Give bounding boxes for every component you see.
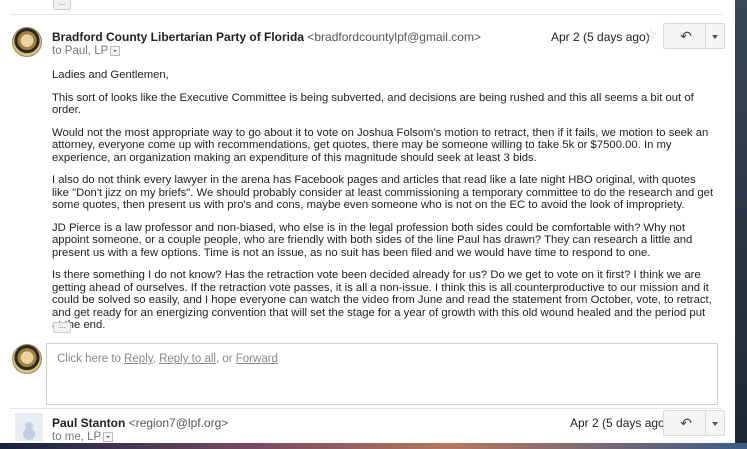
- show-details-dropdown[interactable]: [103, 431, 114, 442]
- more-actions-button[interactable]: [705, 23, 725, 49]
- window-edge: [735, 0, 747, 449]
- reply-button[interactable]: ↶: [663, 23, 709, 49]
- forward-link[interactable]: Forward: [236, 353, 278, 365]
- desktop-background: [0, 443, 747, 449]
- message-divider: [10, 14, 722, 15]
- sender-avatar: [15, 413, 43, 441]
- reply-prompt-text: Click here to: [57, 353, 125, 365]
- body-paragraph: This sort of looks like the Executive Co…: [52, 91, 694, 117]
- sender-line: Paul Stanton <region7@lpf.org>: [52, 416, 228, 430]
- body-paragraph: JD Pierce is a law professor and non-bia…: [52, 221, 693, 259]
- body-paragraph: Would not the most appropriate way to go…: [52, 126, 709, 164]
- reply-prompt-separator: , or: [215, 353, 236, 365]
- message-date: Apr 2 (5 days ago): [570, 416, 669, 430]
- reply-prompt: Click here to Reply, Reply to all, or Fo…: [57, 353, 278, 365]
- more-actions-button[interactable]: [705, 410, 725, 436]
- message-divider: [10, 408, 722, 409]
- reply-link[interactable]: Reply: [124, 353, 153, 365]
- recipients-text: to me, LP: [52, 431, 102, 443]
- show-trimmed-content-button[interactable]: ...: [53, 321, 71, 333]
- sender-name: Paul Stanton: [52, 416, 126, 430]
- reply-all-link[interactable]: Reply to all: [159, 353, 216, 365]
- reply-button[interactable]: ↶: [663, 410, 709, 436]
- show-trimmed-content-button[interactable]: ...: [53, 0, 71, 10]
- reply-arrow-icon: ↶: [680, 28, 692, 44]
- sender-email: <region7@lpf.org>: [128, 416, 229, 430]
- recipients-line: to me, LP: [52, 431, 114, 443]
- body-paragraph: Ladies and Gentlemen,: [52, 69, 169, 81]
- reply-arrow-icon: ↶: [680, 415, 692, 431]
- email-thread: ... Bradford County Libertarian Party of…: [0, 0, 735, 449]
- reply-box[interactable]: Click here to Reply, Reply to all, or Fo…: [46, 343, 718, 405]
- sender-avatar: [12, 27, 42, 57]
- body-paragraph: Is there something I do not know? Has th…: [52, 269, 712, 331]
- message-date: Apr 2 (5 days ago): [551, 30, 650, 44]
- recipients-line: to Paul, LP: [52, 45, 121, 57]
- show-details-dropdown[interactable]: [110, 45, 121, 56]
- recipients-text: to Paul, LP: [52, 45, 109, 57]
- sender-name: Bradford County Libertarian Party of Flo…: [52, 30, 305, 44]
- message-body: Ladies and Gentlemen, This sort of looks…: [52, 69, 714, 342]
- star-icon[interactable]: ☆: [645, 26, 658, 43]
- body-paragraph: I also do not think every lawyer in the …: [52, 174, 714, 211]
- user-avatar: [12, 344, 42, 374]
- sender-email: <bradfordcountylpf@gmail.com>: [307, 30, 481, 44]
- sender-line: Bradford County Libertarian Party of Flo…: [52, 30, 481, 44]
